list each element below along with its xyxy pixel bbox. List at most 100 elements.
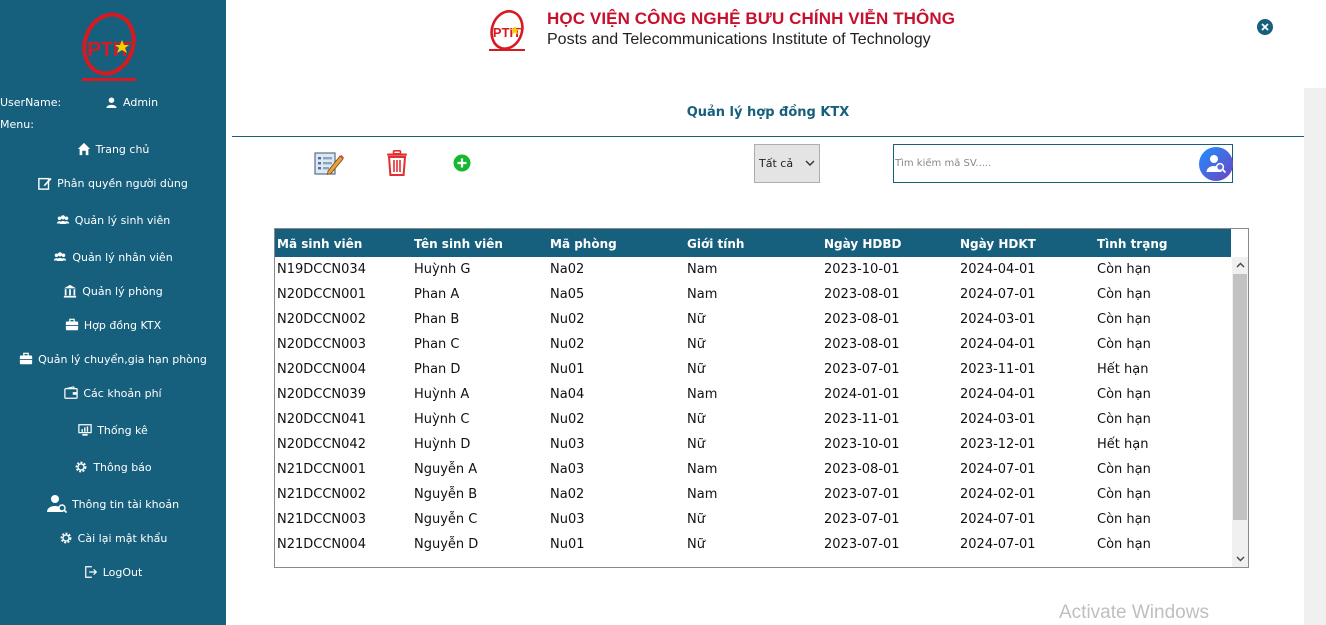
table-cell: 2023-10-01 (824, 437, 900, 452)
table-row[interactable]: N21DCCN001 Nguyễn A Na03 Nam 2023-08-01 2024-… (275, 457, 1231, 482)
table-row[interactable]: N20DCCN042 Huỳnh D Nu03 Nữ 2023-10-01 2023-12… (275, 432, 1231, 457)
table-scrollbar[interactable] (1232, 257, 1248, 567)
table-cell: Còn hạn (1097, 262, 1151, 277)
sidebar-item-rooms[interactable]: Quản lý phòng (0, 279, 226, 303)
table-cell: Nam (687, 487, 718, 502)
table-cell: N20DCCN003 (277, 337, 366, 352)
column-header-room-id[interactable]: Mã phòng (550, 237, 617, 251)
page-title: Quản lý hợp đồng KTX (686, 105, 850, 120)
table-cell: 2024-07-01 (960, 287, 1036, 302)
right-gray-strip (1304, 88, 1326, 625)
sidebar-item-staff[interactable]: Quản lý nhân viên (0, 245, 226, 269)
table-cell: Nguyễn A (414, 462, 478, 477)
close-button[interactable] (1257, 19, 1273, 35)
delete-contract-button[interactable] (386, 150, 408, 176)
sidebar-item-notifications[interactable]: Thông báo (0, 455, 226, 479)
table-cell: Còn hạn (1097, 487, 1151, 502)
sidebar-item-reset-password[interactable]: Cài lại mật khẩu (0, 526, 226, 550)
briefcase-icon (19, 352, 33, 366)
users-icon (53, 250, 67, 264)
user-search-icon (46, 494, 67, 514)
table-cell: 2023-08-01 (824, 337, 900, 352)
add-contract-button[interactable] (453, 154, 471, 172)
table-cell: 2024-02-01 (960, 487, 1036, 502)
gear-icon (59, 531, 73, 545)
sidebar-item-label: Thông tin tài khoản (71, 497, 180, 511)
table-cell: Nữ (687, 337, 705, 352)
table-row[interactable]: N20DCCN041 Huỳnh C Nu02 Nữ 2023-11-01 2024-03… (275, 407, 1231, 432)
table-cell: Nu02 (550, 412, 585, 427)
sidebar-item-label: Trang chủ (95, 142, 150, 156)
scroll-down-button[interactable] (1232, 551, 1248, 567)
sidebar-item-contracts[interactable]: Hợp đồng KTX (0, 313, 226, 337)
search-input[interactable] (894, 145, 1194, 182)
table-cell: Nguyễn D (414, 537, 479, 552)
table-row[interactable]: N20DCCN003 Phan C Nu02 Nữ 2023-08-01 2024-04-… (275, 332, 1231, 357)
username-value: Admin (106, 96, 158, 109)
table-cell: Còn hạn (1097, 312, 1151, 327)
table-header: Mã sinh viên Tên sinh viên Mã phòng Giới… (275, 229, 1231, 257)
username-label: UserName: (0, 96, 62, 109)
status-filter-select[interactable]: Tất cả (754, 144, 820, 183)
edit-contract-button[interactable] (314, 150, 344, 176)
table-cell: Nữ (687, 537, 705, 552)
sidebar-item-account-info[interactable]: Thông tin tài khoản (0, 492, 226, 516)
table-cell: Nu02 (550, 312, 585, 327)
table-cell: Huỳnh A (414, 387, 470, 402)
column-header-start-date[interactable]: Ngày HDBD (824, 237, 901, 251)
search-button[interactable] (1199, 147, 1233, 181)
table-cell: Nữ (687, 312, 705, 327)
user-search-icon (1206, 155, 1227, 174)
column-header-gender[interactable]: Giới tính (687, 237, 744, 251)
table-cell: Huỳnh D (414, 437, 471, 452)
table-cell: Nữ (687, 412, 705, 427)
scroll-up-button[interactable] (1232, 257, 1248, 273)
sidebar-item-room-transfer[interactable]: Quản lý chuyển,gia hạn phòng (0, 347, 226, 371)
table-row[interactable]: N21DCCN003 Nguyễn C Nu03 Nữ 2023-07-01 2024-0… (275, 507, 1231, 532)
table-cell: Na02 (550, 487, 585, 502)
table-cell: Nu02 (550, 337, 585, 352)
table-row[interactable]: N20DCCN001 Phan A Na05 Nam 2023-08-01 2024-07… (275, 282, 1231, 307)
table-cell: 2023-08-01 (824, 312, 900, 327)
column-header-status[interactable]: Tình trạng (1097, 237, 1167, 251)
sidebar-item-home[interactable]: Trang chủ (0, 137, 226, 161)
sidebar-item-fees[interactable]: Các khoản phí (0, 381, 226, 405)
sidebar-item-logout[interactable]: LogOut (0, 560, 226, 584)
table-row[interactable]: N20DCCN004 Phan D Nu01 Nữ 2023-07-01 2023-11-… (275, 357, 1231, 382)
sidebar-item-label: Thông báo (93, 460, 152, 474)
table-body: N19DCCN034 Huỳnh G Na02 Nam 2023-10-01 2024-0… (275, 257, 1231, 567)
column-header-end-date[interactable]: Ngày HDKT (960, 237, 1036, 251)
trash-icon (387, 150, 407, 176)
header-title-en: Posts and Telecommunications Institute o… (547, 31, 931, 48)
sidebar-item-permissions[interactable]: Phân quyền người dùng (0, 171, 226, 195)
table-cell: N21DCCN002 (277, 487, 366, 502)
scroll-thumb[interactable] (1233, 274, 1247, 520)
title-divider (232, 136, 1304, 137)
sidebar-item-label: Quản lý chuyển,gia hạn phòng (38, 352, 207, 366)
table-row[interactable]: N19DCCN034 Huỳnh G Na02 Nam 2023-10-01 2024-0… (275, 257, 1231, 282)
table-cell: N20DCCN004 (277, 362, 366, 377)
sidebar-item-statistics[interactable]: Thống kê (0, 418, 226, 442)
column-header-student-id[interactable]: Mã sinh viên (277, 237, 362, 251)
table-cell: 2024-04-01 (960, 262, 1036, 277)
table-row[interactable]: N20DCCN002 Phan B Nu02 Nữ 2023-08-01 2024-03-… (275, 307, 1231, 332)
sidebar-item-students[interactable]: Quản lý sinh viên (0, 208, 226, 232)
sidebar-item-label: LogOut (102, 565, 143, 579)
table-cell: Nam (687, 462, 718, 477)
table-cell: Nam (687, 262, 718, 277)
sidebar: PTIT UserName: Admin Menu: Trang chủ Phâ… (0, 0, 226, 625)
table-cell: Nam (687, 387, 718, 402)
sidebar-item-label: Quản lý phòng (82, 284, 163, 298)
menu-label: Menu: (0, 118, 34, 131)
table-cell: Nam (687, 287, 718, 302)
table-row[interactable]: N21DCCN004 Nguyễn D Nu01 Nữ 2023-07-01 2024-0… (275, 532, 1231, 557)
home-icon (77, 142, 91, 156)
contracts-table: Mã sinh viên Tên sinh viên Mã phòng Giới… (274, 228, 1249, 568)
table-cell: Phan D (414, 362, 461, 377)
table-row[interactable]: N20DCCN039 Huỳnh A Na04 Nam 2024-01-01 2024-0… (275, 382, 1231, 407)
table-cell: Còn hạn (1097, 337, 1151, 352)
app-window: PTIT UserName: Admin Menu: Trang chủ Phâ… (0, 0, 1326, 625)
column-header-student-name[interactable]: Tên sinh viên (414, 237, 503, 251)
table-row[interactable]: N21DCCN002 Nguyễn B Na02 Nam 2023-07-01 2024-… (275, 482, 1231, 507)
table-cell: N20DCCN041 (277, 412, 366, 427)
